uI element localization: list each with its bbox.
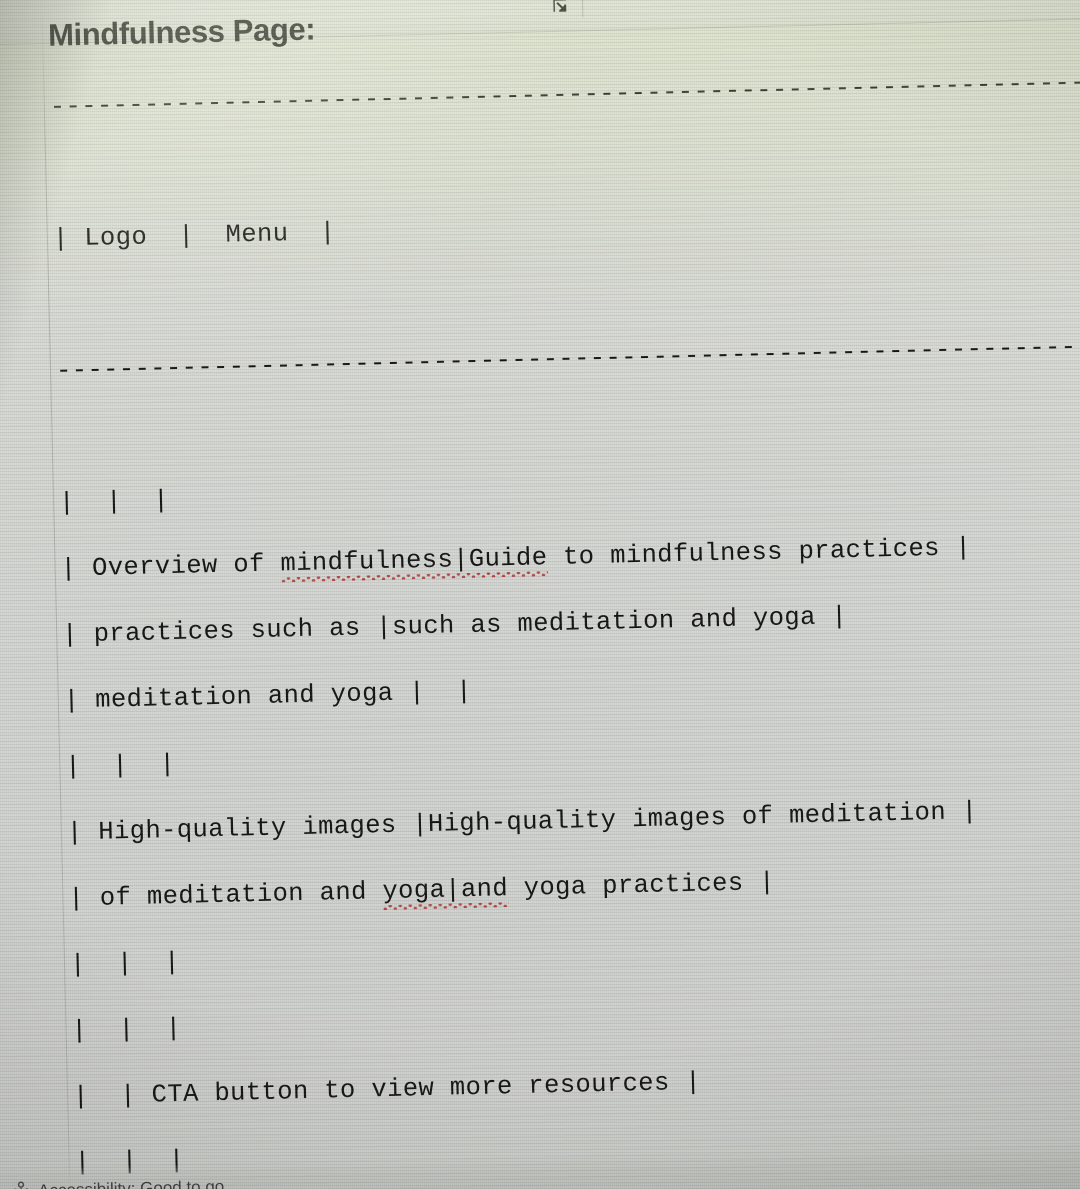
- accessibility-status-text[interactable]: Accessibility: Good to go: [38, 1177, 225, 1189]
- wireframe-line: | High-quality images |High-quality imag…: [66, 797, 978, 848]
- spacer-line: [51, 131, 1080, 189]
- wireframe-line: | practices such as |such as meditation …: [61, 602, 848, 650]
- wireframe-line: | Overview of mindfulness|Guide to mindf…: [60, 533, 972, 584]
- document-page: Mindfulness Page: ----------------------…: [0, 0, 1080, 1189]
- wireframe-line: | meditation and yoga | |: [63, 676, 473, 716]
- wireframe-line: | | CTA button to view more resources |: [72, 1067, 702, 1112]
- document-body[interactable]: Mindfulness Page: ----------------------…: [48, 0, 1080, 1189]
- nav-row: | Logo | Menu |: [52, 218, 336, 254]
- wireframe-line: | of meditation and yoga|and yoga practi…: [68, 867, 776, 914]
- rule-line: ----------------------------------------…: [49, 64, 1080, 122]
- section-mindfulness: Mindfulness Page: ----------------------…: [48, 0, 1080, 1189]
- wireframe-line: | | |: [69, 947, 181, 980]
- wireframe-line: | | |: [71, 1013, 182, 1046]
- wireframe-line: | | |: [65, 749, 176, 782]
- rule-line: ----------------------------------------…: [55, 327, 1080, 386]
- misspelled-word[interactable]: yoga|and: [382, 872, 508, 908]
- misspelled-word[interactable]: mindfulness|Guide: [280, 541, 548, 580]
- spacer-line: [54, 263, 1080, 321]
- wireframe-line: | | |: [58, 486, 170, 518]
- accessibility-person-icon[interactable]: [10, 1179, 33, 1189]
- wireframe-mindfulness: ----------------------------------------…: [49, 33, 1080, 1189]
- screen-photo: Paragraph Styles Mindfulness Page: -----…: [0, 0, 1080, 1189]
- spacer-line: [57, 395, 1080, 453]
